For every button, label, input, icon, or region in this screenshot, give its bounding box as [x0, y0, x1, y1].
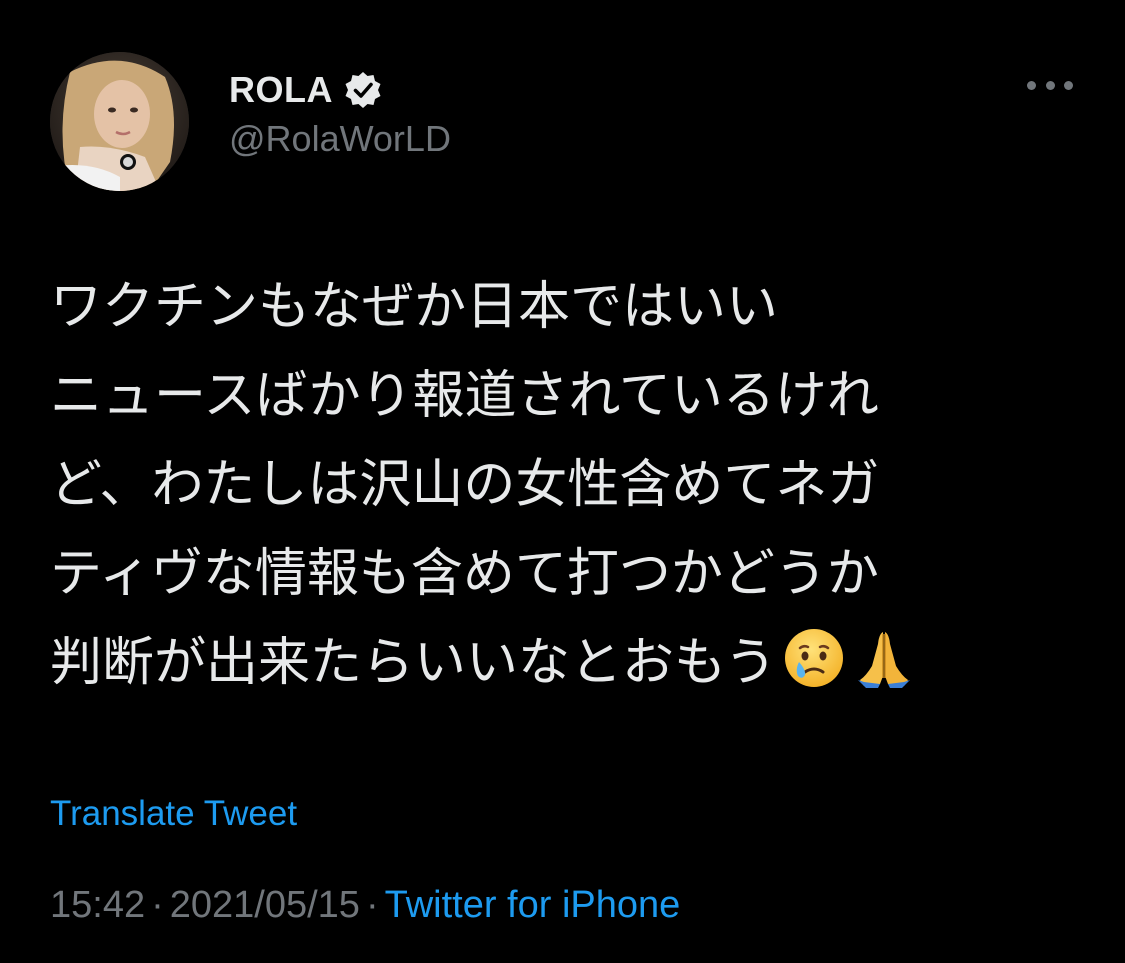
dot: [1027, 80, 1036, 90]
tweet-text-line: ど、わたしは沢山の女性含めてネガ: [50, 455, 880, 515]
dot: [1045, 80, 1055, 90]
profile-photo-icon: [50, 52, 189, 191]
dot: [1064, 80, 1073, 90]
crying-face-emoji-icon: [782, 626, 846, 690]
more-options-icon[interactable]: [1027, 70, 1073, 100]
translate-tweet-link[interactable]: Translate Tweet: [50, 794, 297, 834]
avatar[interactable]: [50, 52, 189, 191]
meta-separator: ·: [365, 884, 379, 926]
tweet-text-line: ニュースばかり報道されているけれ: [50, 366, 879, 426]
meta-separator: ·: [151, 884, 164, 926]
tweet-text-line: ティヴな情報も含めて打つかどうか: [50, 544, 879, 604]
tweet-text: ワクチンもなぜか日本ではいい ニュースばかり報道されているけれ ど、わたしは沢山…: [50, 263, 1070, 708]
display-name[interactable]: ROLA: [229, 69, 333, 111]
author-handle[interactable]: @RolaWorLD: [229, 118, 451, 160]
tweet-text-line-last: 判断が出来たらいいなとおもう: [50, 619, 1070, 708]
tweet-date: 2021/05/15: [169, 884, 360, 926]
tweet-source-link[interactable]: Twitter for iPhone: [385, 884, 681, 926]
folded-hands-emoji-icon: [852, 626, 916, 690]
tweet-time: 15:42: [50, 884, 146, 926]
tweet-text-segment: 判断が出来たらいいなとおもう: [50, 633, 777, 693]
tweet-text-line: ワクチンもなぜか日本ではいい: [50, 277, 779, 337]
tweet-meta: 15:42 · 2021/05/15 · Twitter for iPhone: [50, 884, 680, 927]
verified-badge-icon: [343, 70, 383, 110]
author-name-row[interactable]: ROLA: [229, 60, 383, 120]
tweet-detail: ROLA @RolaWorLD ワクチンもなぜか日本ではいい ニュースばかり報道…: [0, 0, 1125, 963]
